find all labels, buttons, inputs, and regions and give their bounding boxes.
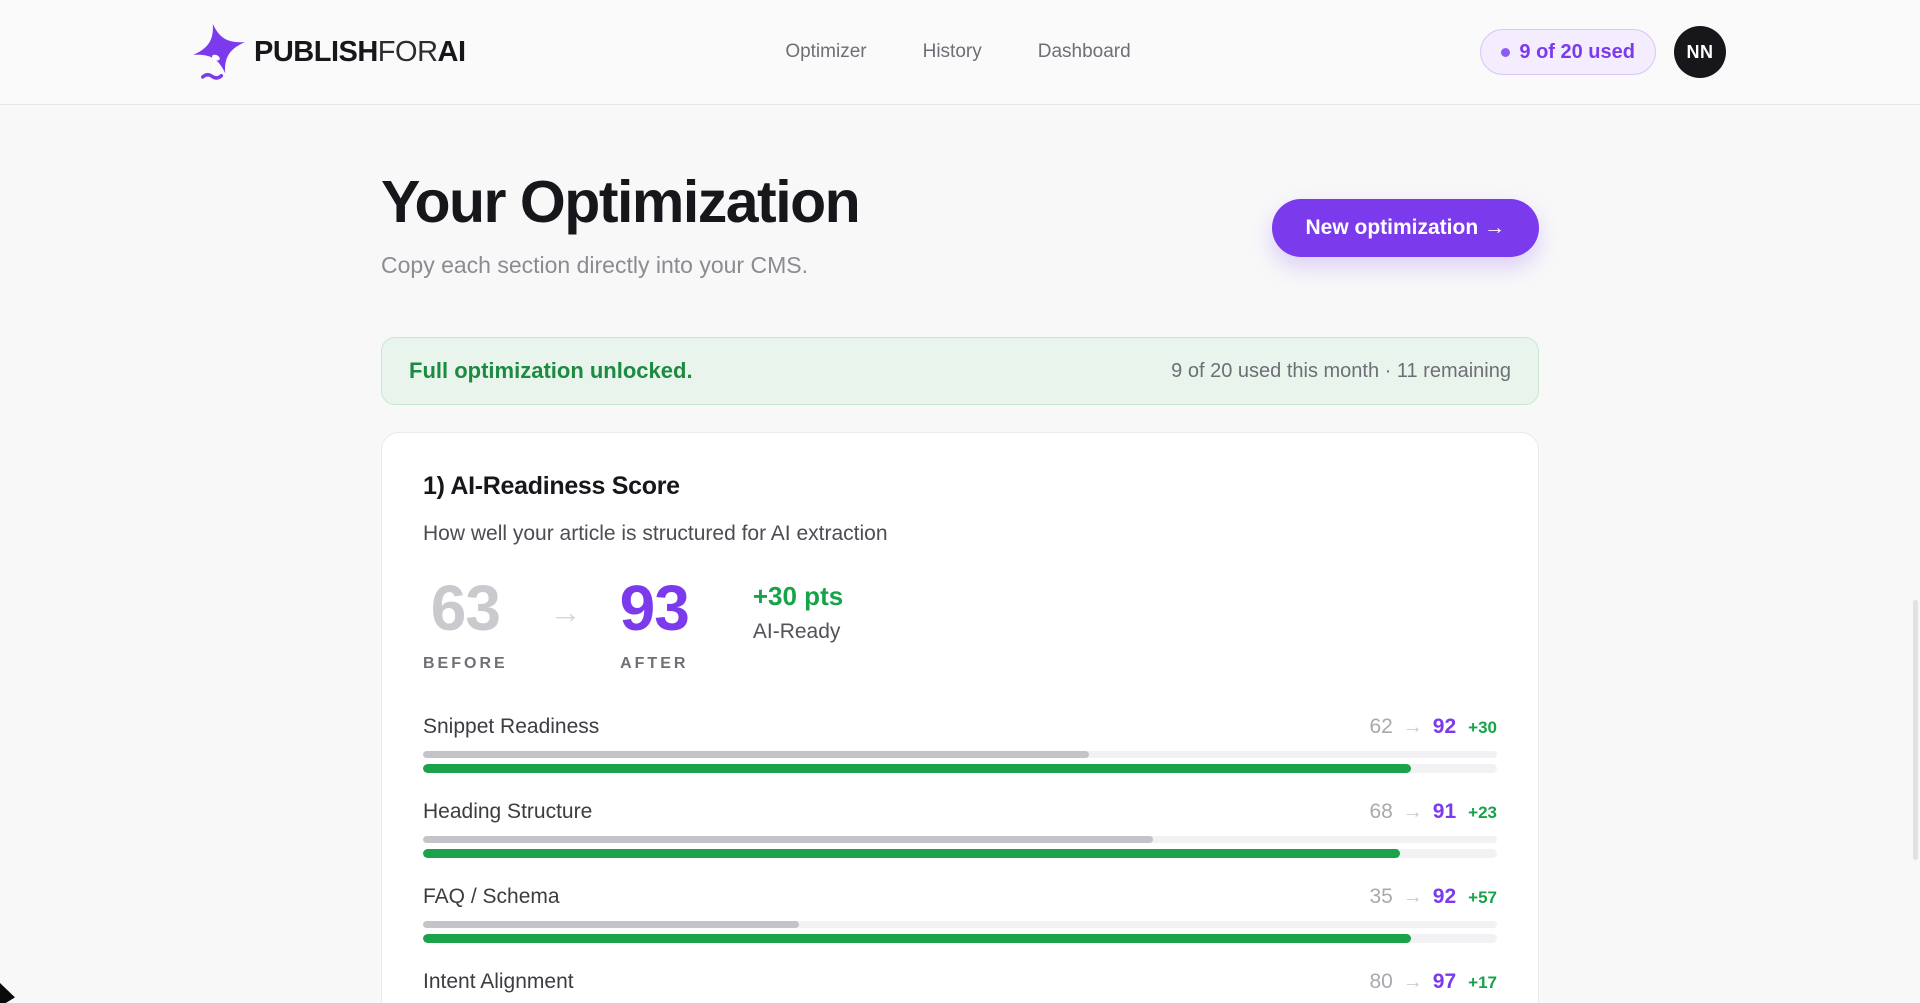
metric-before-value: 80 [1369, 970, 1392, 994]
metric-row: FAQ / Schema 35 → 92 +57 [423, 885, 1497, 943]
before-progress-fill [423, 751, 1089, 758]
after-score-label: AFTER [620, 655, 688, 673]
metric-after-value: 92 [1433, 885, 1456, 909]
metric-values: 68 → 91 +23 [1369, 800, 1497, 824]
delta-points: +30 pts [753, 581, 843, 612]
metric-delta-badge: +57 [1468, 888, 1497, 908]
brand-star-icon [190, 21, 248, 83]
brand-logo[interactable]: PUBLISHFORAI [190, 21, 785, 83]
metric-head: Heading Structure 68 → 91 +23 [423, 800, 1497, 824]
after-progress-fill [423, 849, 1400, 858]
after-progress-track [423, 934, 1497, 943]
before-progress-track [423, 751, 1497, 758]
after-progress-fill [423, 934, 1411, 943]
avatar[interactable]: NN [1674, 26, 1726, 78]
metric-row: Heading Structure 68 → 91 +23 [423, 800, 1497, 858]
metric-head: FAQ / Schema 35 → 92 +57 [423, 885, 1497, 909]
usage-badge-label: 9 of 20 used [1519, 41, 1635, 64]
metric-delta-badge: +17 [1468, 973, 1497, 993]
metric-before-value: 62 [1369, 715, 1392, 739]
delta-status: AI-Ready [753, 620, 843, 644]
new-optimization-button[interactable]: New optimization → [1272, 199, 1540, 257]
mouse-cursor-icon [0, 983, 17, 1003]
metric-before-value: 68 [1369, 800, 1392, 824]
metric-values: 62 → 92 +30 [1369, 715, 1497, 739]
unlock-banner: Full optimization unlocked. 9 of 20 used… [381, 337, 1539, 405]
card-description: How well your article is structured for … [423, 522, 1497, 546]
metric-values: 80 → 97 +17 [1369, 970, 1497, 994]
main-nav: Optimizer History Dashboard [785, 41, 1130, 63]
metric-after-value: 92 [1433, 715, 1456, 739]
delta-block: +30 pts AI-Ready [753, 576, 843, 644]
before-score-label: BEFORE [423, 655, 508, 673]
before-progress-track [423, 836, 1497, 843]
app-header: PUBLISHFORAI Optimizer History Dashboard… [0, 0, 1920, 105]
scrollbar-thumb[interactable] [1913, 600, 1918, 860]
main-content: Your Optimization Copy each section dire… [381, 173, 1539, 1003]
after-progress-fill [423, 764, 1411, 773]
metric-head: Intent Alignment 80 → 97 +17 [423, 970, 1497, 994]
arrow-right-icon: → [1403, 801, 1423, 824]
metric-label: Intent Alignment [423, 970, 574, 994]
metric-label: Snippet Readiness [423, 715, 599, 739]
before-score-value: 63 [431, 576, 500, 640]
after-score-block: 93 AFTER [620, 576, 689, 673]
metric-before-value: 35 [1369, 885, 1392, 909]
arrow-right-icon: → [550, 594, 582, 631]
ai-readiness-card: 1) AI-Readiness Score How well your arti… [381, 432, 1539, 1003]
header-right: 9 of 20 used NN [1131, 26, 1726, 78]
before-score-block: 63 BEFORE [423, 576, 508, 673]
metric-label: FAQ / Schema [423, 885, 560, 909]
brand-name: PUBLISHFORAI [254, 36, 466, 69]
score-summary: 63 BEFORE → 93 AFTER +30 pts AI-Ready [423, 576, 1497, 673]
nav-dashboard[interactable]: Dashboard [1038, 41, 1131, 63]
before-progress-track [423, 921, 1497, 928]
before-progress-fill [423, 836, 1153, 843]
after-progress-track [423, 849, 1497, 858]
metric-delta-badge: +23 [1468, 803, 1497, 823]
metric-row: Snippet Readiness 62 → 92 +30 [423, 715, 1497, 773]
after-progress-track [423, 764, 1497, 773]
metric-delta-badge: +30 [1468, 718, 1497, 738]
metric-label: Heading Structure [423, 800, 592, 824]
arrow-right-icon: → [1403, 716, 1423, 739]
page-subtitle: Copy each section directly into your CMS… [381, 252, 859, 279]
metric-after-value: 91 [1433, 800, 1456, 824]
nav-optimizer[interactable]: Optimizer [785, 41, 866, 63]
metric-row: Intent Alignment 80 → 97 +17 [423, 970, 1497, 1003]
usage-badge[interactable]: 9 of 20 used [1480, 29, 1656, 75]
metric-head: Snippet Readiness 62 → 92 +30 [423, 715, 1497, 739]
arrow-right-icon: → [1403, 971, 1423, 994]
metric-after-value: 97 [1433, 970, 1456, 994]
before-progress-fill [423, 921, 799, 928]
page-head: Your Optimization Copy each section dire… [381, 173, 1539, 279]
unlock-banner-title: Full optimization unlocked. [409, 358, 693, 384]
page-head-text: Your Optimization Copy each section dire… [381, 173, 859, 279]
usage-dot-icon [1501, 48, 1510, 57]
page-title: Your Optimization [381, 173, 859, 232]
metrics-list: Snippet Readiness 62 → 92 +30 Heading Structu… [423, 715, 1497, 1003]
unlock-banner-usage: 9 of 20 used this month · 11 remaining [1171, 360, 1511, 383]
nav-history[interactable]: History [923, 41, 982, 63]
card-title: 1) AI-Readiness Score [423, 472, 1497, 501]
arrow-right-icon: → [1403, 886, 1423, 909]
after-score-value: 93 [620, 576, 689, 640]
metric-values: 35 → 92 +57 [1369, 885, 1497, 909]
